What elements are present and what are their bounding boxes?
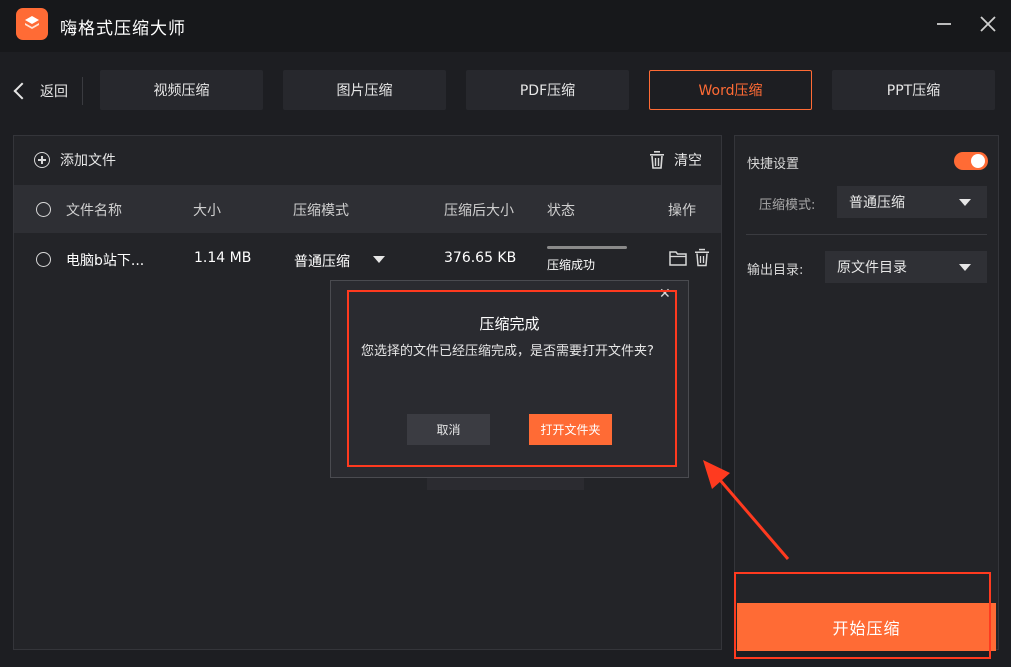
chevron-left-icon <box>13 82 31 100</box>
chevron-down-icon[interactable] <box>959 199 971 206</box>
chevron-down-icon[interactable] <box>959 264 971 271</box>
add-file-label: 添加文件 <box>60 153 116 169</box>
folder-icon[interactable] <box>669 250 687 266</box>
header-after-size: 压缩后大小 <box>444 203 514 219</box>
header-status: 状态 <box>547 203 575 219</box>
delete-icon[interactable] <box>694 248 710 267</box>
clear-button[interactable]: 清空 <box>648 150 702 170</box>
header-mode: 压缩模式 <box>293 203 349 219</box>
select-all-radio[interactable] <box>36 202 51 217</box>
annotation-box <box>347 290 677 467</box>
tab-word[interactable]: Word压缩 <box>649 70 812 110</box>
row-file-size: 1.14 MB <box>194 250 252 266</box>
add-file-button[interactable]: 添加文件 <box>34 150 116 170</box>
output-dir-value: 原文件目录 <box>837 260 907 276</box>
row-mode-select[interactable]: 普通压缩 <box>294 251 350 271</box>
header-size: 大小 <box>193 203 221 219</box>
compress-mode-value: 普通压缩 <box>849 195 905 211</box>
compress-mode-label: 压缩模式: <box>759 198 816 213</box>
header-name: 文件名称 <box>66 203 122 219</box>
row-after-size: 376.65 KB <box>444 250 517 266</box>
add-circle-icon <box>34 152 50 168</box>
quick-settings-label: 快捷设置 <box>747 157 800 172</box>
row-select-radio[interactable] <box>36 252 51 267</box>
divider <box>82 77 83 105</box>
clear-label: 清空 <box>674 153 702 169</box>
tab-ppt[interactable]: PPT压缩 <box>832 70 995 110</box>
app-logo <box>16 8 48 40</box>
back-button[interactable]: 返回 <box>10 78 68 104</box>
status-progress-bar <box>547 246 627 249</box>
back-label: 返回 <box>40 84 68 100</box>
layers-icon <box>25 16 39 29</box>
header-actions: 操作 <box>668 203 696 219</box>
annotation-arrow-icon <box>703 460 790 560</box>
annotation-box <box>734 572 991 659</box>
output-dir-label: 输出目录: <box>747 263 804 278</box>
toggle-knob <box>971 154 985 168</box>
tab-video[interactable]: 视频压缩 <box>100 70 263 110</box>
minimize-icon[interactable] <box>932 12 956 36</box>
app-title: 嗨格式压缩大师 <box>60 19 186 39</box>
tab-pdf[interactable]: PDF压缩 <box>466 70 629 110</box>
chevron-down-icon[interactable] <box>373 256 385 263</box>
row-status: 压缩成功 <box>547 258 596 272</box>
trash-icon <box>650 151 664 169</box>
divider <box>746 234 987 235</box>
close-icon[interactable] <box>976 12 1000 36</box>
tab-image[interactable]: 图片压缩 <box>283 70 446 110</box>
row-file-name: 电脑b站下... <box>66 253 145 269</box>
row-mode-value: 普通压缩 <box>294 254 350 270</box>
